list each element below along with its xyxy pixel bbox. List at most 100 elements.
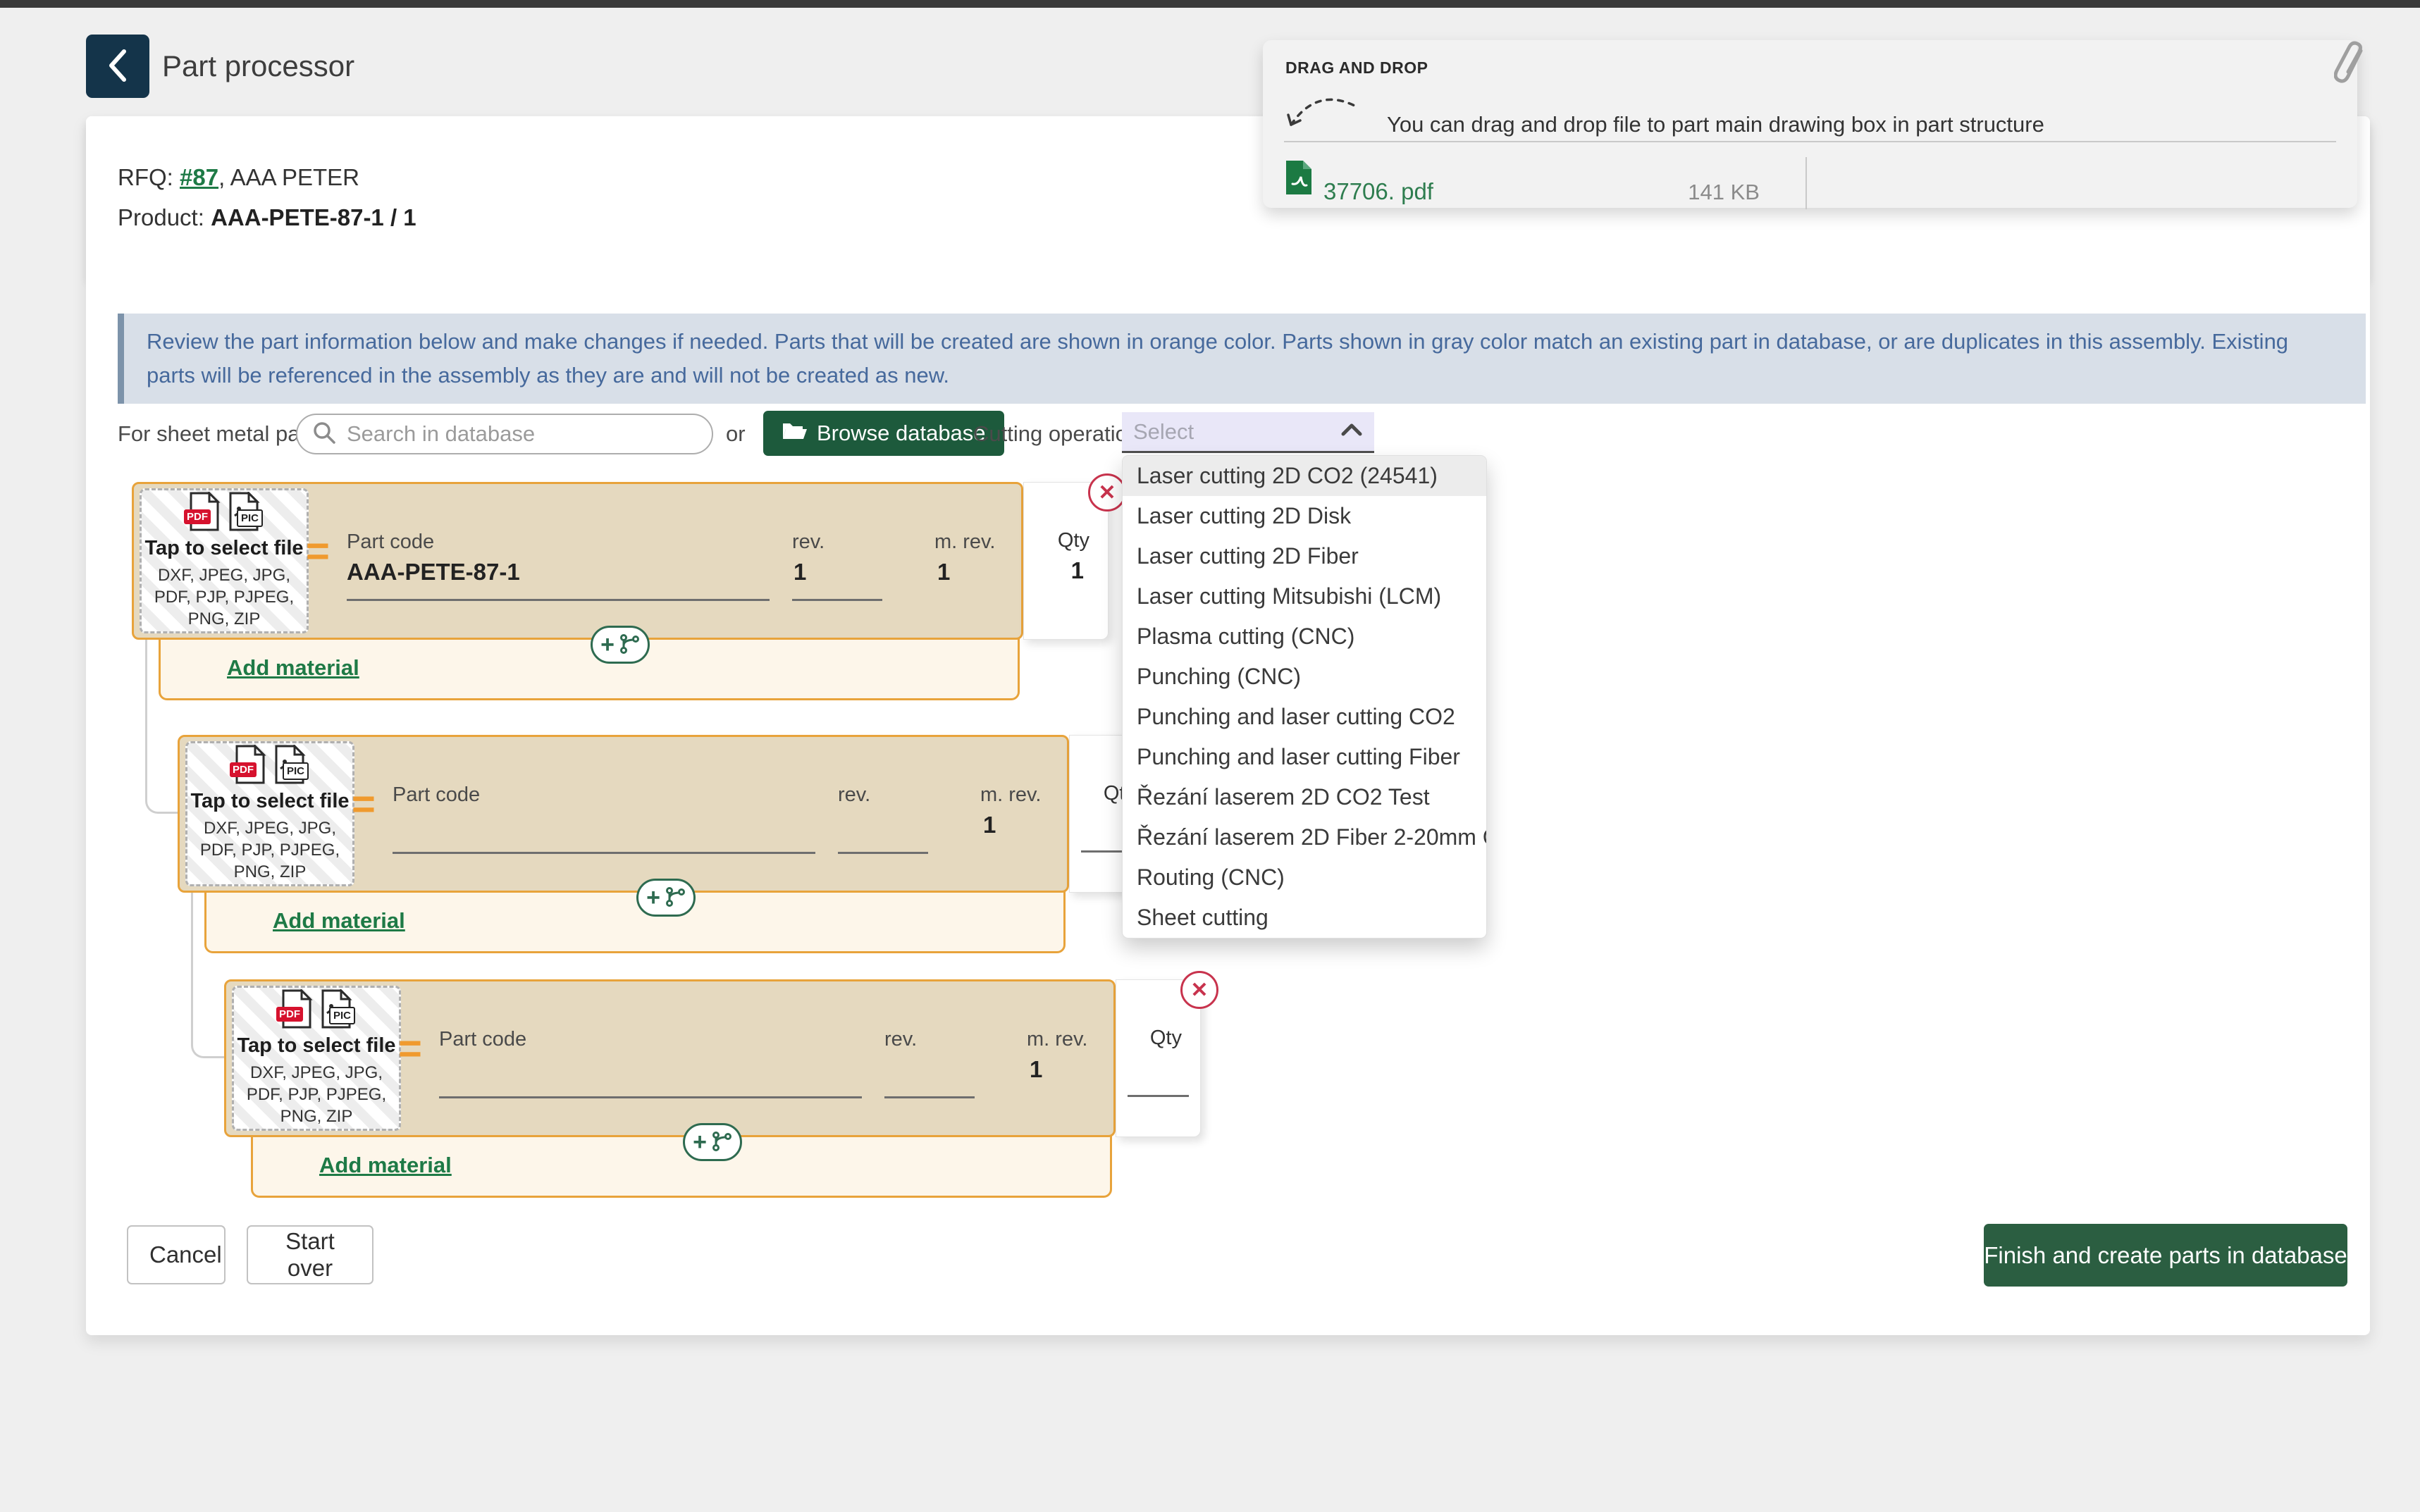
file-dropzone[interactable]: PDF PIC Tap to select file DXF, JPEG, JP…: [185, 741, 354, 886]
product-label: Product:: [118, 204, 204, 230]
cutting-operation-select[interactable]: Select: [1122, 412, 1374, 453]
search-icon: [311, 420, 337, 449]
add-material-link[interactable]: Add material: [227, 655, 359, 681]
cancel-button[interactable]: Cancel: [127, 1225, 226, 1284]
dropdown-option[interactable]: Punching and laser cutting Fiber: [1123, 737, 1486, 777]
rfq-link[interactable]: #87: [180, 164, 218, 190]
search-input[interactable]: [347, 421, 698, 447]
add-material-link[interactable]: Add material: [273, 908, 405, 934]
branch-icon: [711, 1131, 732, 1154]
rev-underline: [792, 599, 882, 601]
paperclip-icon[interactable]: [2334, 41, 2371, 91]
rfq-label: RFQ:: [118, 164, 173, 190]
tap-to-select-label: Tap to select file: [144, 537, 303, 560]
dropdown-option[interactable]: Laser cutting 2D CO2 (24541): [1123, 456, 1486, 496]
cutting-operation-dropdown: Laser cutting 2D CO2 (24541) Laser cutti…: [1122, 455, 1487, 938]
mrev-label: m. rev.: [934, 531, 995, 554]
remove-part-button[interactable]: ✕: [1180, 971, 1218, 1009]
plus-icon: +: [693, 1130, 707, 1154]
branch-icon: [619, 633, 640, 657]
add-subpart-button[interactable]: +: [636, 879, 696, 917]
equals-sign: =: [398, 1025, 422, 1072]
qty-underline: [1128, 1095, 1189, 1097]
rev-value[interactable]: 1: [794, 559, 806, 585]
dropdown-option[interactable]: Punching (CNC): [1123, 657, 1486, 697]
part-code-label: Part code: [347, 531, 434, 554]
back-button[interactable]: [86, 35, 149, 98]
dropdown-option[interactable]: Laser cutting 2D Disk: [1123, 496, 1486, 536]
qty-value[interactable]: 1: [1071, 557, 1084, 584]
plus-icon: +: [600, 633, 615, 657]
part-code-value[interactable]: AAA-PETE-87-1: [347, 559, 520, 585]
accepted-formats: DXF, JPEG, JPG, PDF, PJP, PJPEG, PNG, ZI…: [187, 817, 352, 884]
drag-drop-panel: DRAG AND DROP You can drag and drop file…: [1263, 40, 2357, 208]
equals-sign: =: [352, 781, 376, 828]
dropdown-option[interactable]: Laser cutting Mitsubishi (LCM): [1123, 576, 1486, 616]
pdf-file-icon: PDF: [280, 989, 313, 1029]
remove-part-button[interactable]: ✕: [1088, 473, 1126, 512]
file-row-divider: [1805, 157, 1807, 209]
dropdown-option[interactable]: Plasma cutting (CNC): [1123, 616, 1486, 657]
dropdown-option[interactable]: Sheet cutting: [1123, 898, 1486, 938]
part-code-underline: [439, 1096, 862, 1098]
file-type-icons: PDF PIC: [234, 745, 306, 784]
file-type-icons: PDF PIC: [280, 989, 352, 1029]
equals-sign: =: [306, 528, 330, 575]
finish-create-parts-button[interactable]: Finish and create parts in database: [1984, 1224, 2347, 1287]
folder-open-icon: [782, 421, 807, 446]
mrev-label: m. rev.: [980, 783, 1041, 807]
rfq-line: RFQ: #87, AAA PETER: [118, 164, 359, 191]
rev-underline: [884, 1096, 975, 1098]
browser-top-strip: [0, 0, 2420, 8]
qty-label: Qty: [1058, 529, 1089, 552]
add-subpart-button[interactable]: +: [683, 1123, 742, 1161]
qty-label: Qty: [1150, 1027, 1182, 1050]
close-icon: ✕: [1098, 481, 1116, 505]
dropdown-option[interactable]: Laser cutting 2D Fiber: [1123, 536, 1486, 576]
file-dropzone[interactable]: PDF PIC Tap to select file DXF, JPEG, JP…: [140, 488, 309, 633]
search-box[interactable]: [296, 414, 713, 454]
part-code-label: Part code: [393, 783, 480, 807]
add-subpart-button[interactable]: +: [591, 626, 650, 664]
start-over-button[interactable]: Start over: [247, 1225, 374, 1284]
part-card-main: PDF PIC Tap to select file DXF, JPEG, JP…: [132, 482, 1023, 640]
notice-banner: Review the part information below and ma…: [118, 314, 2366, 404]
browse-database-button[interactable]: Browse database: [763, 411, 1004, 456]
part-processor-screen: Part processor RFQ: #87, AAA PETER Produ…: [0, 0, 2420, 1512]
rev-underline: [838, 852, 928, 854]
tap-to-select-label: Tap to select file: [190, 790, 349, 813]
drop-arc-icon: [1283, 81, 1367, 138]
attachment-file-size: 141 KB: [1675, 180, 1760, 205]
mrev-value: 1: [1030, 1056, 1042, 1083]
pic-file-icon: PIC: [273, 745, 306, 784]
pdf-attachment-icon: [1284, 159, 1314, 200]
drag-drop-hint: You can drag and drop file to part main …: [1387, 112, 2044, 137]
cutting-operation-label: Cutting operation:: [973, 421, 1146, 447]
file-dropzone[interactable]: PDF PIC Tap to select file DXF, JPEG, JP…: [232, 986, 401, 1131]
accepted-formats: DXF, JPEG, JPG, PDF, PJP, PJPEG, PNG, ZI…: [142, 564, 307, 631]
rev-label: rev.: [884, 1028, 917, 1051]
dropdown-option[interactable]: Routing (CNC): [1123, 857, 1486, 898]
part-code-underline: [393, 852, 815, 854]
tap-to-select-label: Tap to select file: [237, 1034, 395, 1058]
chevron-up-icon: [1340, 423, 1363, 440]
part-card-main: PDF PIC Tap to select file DXF, JPEG, JP…: [178, 735, 1069, 893]
or-label: or: [726, 421, 746, 447]
select-placeholder: Select: [1133, 419, 1194, 445]
dropdown-option[interactable]: Řezání laserem 2D CO2 Test: [1123, 777, 1486, 817]
pic-file-icon: PIC: [228, 492, 260, 531]
part-code-underline: [347, 599, 770, 601]
dropdown-option[interactable]: Řezání laserem 2D Fiber 2-20mm Ocel: [1123, 817, 1486, 857]
attachment-file-name[interactable]: 37706. pdf: [1323, 178, 1433, 205]
pdf-file-icon: PDF: [188, 492, 221, 531]
pdf-file-icon: PDF: [234, 745, 266, 784]
product-value: AAA-PETE-87-1 / 1: [211, 204, 416, 230]
rev-label: rev.: [838, 783, 870, 807]
part-card: PDF PIC Tap to select file DXF, JPEG, JP…: [224, 979, 1425, 1198]
page-title: Part processor: [162, 49, 354, 83]
drag-drop-kicker: DRAG AND DROP: [1285, 58, 1428, 78]
add-material-link[interactable]: Add material: [319, 1153, 452, 1178]
chevron-left-icon: [106, 48, 130, 85]
dropdown-option[interactable]: Punching and laser cutting CO2: [1123, 697, 1486, 737]
mrev-value: 1: [937, 559, 950, 585]
